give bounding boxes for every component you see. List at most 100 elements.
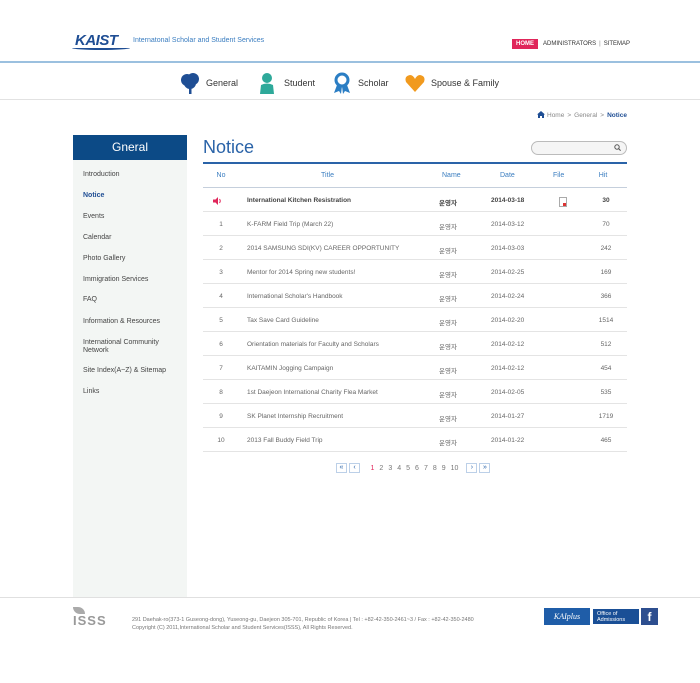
breadcrumb-home[interactable]: Home xyxy=(547,112,564,119)
row-hit: 30 xyxy=(602,197,610,204)
row-hit: 366 xyxy=(600,293,612,300)
row-title[interactable]: K-FARM Field Trip (March 22) xyxy=(247,221,333,228)
row-hit: 169 xyxy=(600,269,612,276)
sidebar-item-faq[interactable]: FAQ xyxy=(83,296,183,304)
row-title[interactable]: SK Planet Internship Recruitment xyxy=(247,413,343,420)
facebook-icon[interactable]: f xyxy=(641,608,658,625)
first-page-button[interactable]: « xyxy=(336,463,347,473)
site-name[interactable]: Internatonal Scholar and Student Service… xyxy=(133,37,264,44)
table-row[interactable]: International Kitchen Resistration 운영자 2… xyxy=(203,188,627,212)
page-link[interactable]: 2 xyxy=(379,465,383,472)
kaiplus-link[interactable]: KAIplus xyxy=(544,608,590,625)
page-link[interactable]: 8 xyxy=(433,465,437,472)
table-row[interactable]: 4 International Scholar's Handbook 운영자 2… xyxy=(203,284,627,308)
table-header: No Title Name Date File Hit xyxy=(203,164,627,188)
row-name: 운영자 xyxy=(439,440,457,447)
breadcrumb-section[interactable]: General xyxy=(574,112,597,119)
row-name: 운영자 xyxy=(439,224,457,231)
row-name: 운영자 xyxy=(439,392,457,399)
table-row[interactable]: 10 2013 Fall Buddy Field Trip 운영자 2014-0… xyxy=(203,428,627,452)
main-nav: General Student Scholar Spouse & Family xyxy=(0,65,700,100)
sidebar-item-links[interactable]: Links xyxy=(83,388,183,396)
row-name: 운영자 xyxy=(439,416,457,423)
row-no: 7 xyxy=(219,365,223,372)
column-header-name: Name xyxy=(442,172,461,179)
page-link[interactable]: 4 xyxy=(397,465,401,472)
administrators-link[interactable]: ADMINISTRATORS xyxy=(543,41,596,47)
page-link[interactable]: 6 xyxy=(415,465,419,472)
home-button[interactable]: HOME xyxy=(512,39,538,49)
page-link[interactable]: 10 xyxy=(451,465,459,472)
row-no: 3 xyxy=(219,269,223,276)
sidebar: Gneral Introduction Notice Events Calend… xyxy=(73,135,187,597)
tree-icon xyxy=(179,72,201,94)
table-row[interactable]: 2 2014 SAMSUNG SDI(KV) CAREER OPPORTUNIT… xyxy=(203,236,627,260)
table-row[interactable]: 3 Mentor for 2014 Spring new students! 운… xyxy=(203,260,627,284)
row-title[interactable]: International Kitchen Resistration xyxy=(247,197,351,204)
row-date: 2014-02-24 xyxy=(491,293,525,300)
row-date: 2014-01-22 xyxy=(491,437,525,444)
row-no: 9 xyxy=(219,413,223,420)
table-row[interactable]: 9 SK Planet Internship Recruitment 운영자 2… xyxy=(203,404,627,428)
row-title[interactable]: Orientation materials for Faculty and Sc… xyxy=(247,341,379,348)
isss-logo: ISSS xyxy=(73,613,107,628)
sidebar-item-site-index[interactable]: Site Index(A~Z) & Sitemap xyxy=(83,367,183,375)
logo-swoosh xyxy=(72,46,130,50)
nav-label: Scholar xyxy=(358,78,389,88)
page-link[interactable]: 3 xyxy=(388,465,392,472)
nav-item-general[interactable]: General xyxy=(179,70,238,96)
sidebar-item-calendar[interactable]: Calendar xyxy=(83,234,183,242)
page-link[interactable]: 5 xyxy=(406,465,410,472)
footer-address: 291 Daehak-ro(373-1 Guseong-dong), Yuseo… xyxy=(132,617,474,623)
prev-page-button[interactable]: ‹ xyxy=(349,463,360,473)
page-link[interactable]: 9 xyxy=(442,465,446,472)
top-links: HOME ADMINISTRATORS | SITEMAP xyxy=(512,39,630,49)
sidebar-item-photo-gallery[interactable]: Photo Gallery xyxy=(83,255,183,263)
search-icon[interactable] xyxy=(614,144,621,151)
nav-item-student[interactable]: Student xyxy=(257,70,315,96)
search-input[interactable] xyxy=(531,141,627,155)
row-name: 운영자 xyxy=(439,320,457,327)
footer-info: 291 Daehak-ro(373-1 Guseong-dong), Yuseo… xyxy=(132,616,474,632)
next-page-button[interactable]: › xyxy=(466,463,478,473)
nav-label: General xyxy=(206,78,239,88)
table-row[interactable]: 6 Orientation materials for Faculty and … xyxy=(203,332,627,356)
table-row[interactable]: 5 Tax Save Card Guideline 운영자 2014-02-20… xyxy=(203,308,627,332)
sidebar-item-events[interactable]: Events xyxy=(83,213,183,221)
nav-item-spouse-family[interactable]: Spouse & Family xyxy=(404,70,499,96)
column-header-hit: Hit xyxy=(598,172,608,179)
sidebar-item-immigration[interactable]: Immigration Services xyxy=(83,276,183,284)
row-no: 10 xyxy=(217,437,225,444)
row-title[interactable]: KAITAMIN Jogging Campaign xyxy=(247,365,333,372)
sitemap-link[interactable]: SITEMAP xyxy=(604,41,630,47)
row-no: 5 xyxy=(219,317,223,324)
table-row[interactable]: 1 K-FARM Field Trip (March 22) 운영자 2014-… xyxy=(203,212,627,236)
row-title[interactable]: International Scholar's Handbook xyxy=(247,293,343,300)
sidebar-item-notice[interactable]: Notice xyxy=(83,192,183,200)
sidebar-item-introduction[interactable]: Introduction xyxy=(83,171,183,179)
header: KAIST Internatonal Scholar and Student S… xyxy=(0,0,700,63)
table-row[interactable]: 8 1st Daejeon International Charity Flea… xyxy=(203,380,627,404)
last-page-button[interactable]: » xyxy=(479,463,491,473)
row-title[interactable]: Tax Save Card Guideline xyxy=(247,317,319,324)
row-hit: 454 xyxy=(600,365,612,372)
row-title[interactable]: 1st Daejeon International Charity Flea M… xyxy=(247,389,378,396)
page-link[interactable]: 1 xyxy=(371,465,375,472)
row-title[interactable]: 2013 Fall Buddy Field Trip xyxy=(247,437,323,444)
sidebar-item-community-network[interactable]: International Community Network xyxy=(83,339,183,355)
row-date: 2014-02-12 xyxy=(491,365,525,372)
table-row[interactable]: 7 KAITAMIN Jogging Campaign 운영자 2014-02-… xyxy=(203,356,627,380)
file-icon[interactable] xyxy=(559,197,567,207)
row-no: 4 xyxy=(219,293,223,300)
page-link[interactable]: 7 xyxy=(424,465,428,472)
row-title[interactable]: Mentor for 2014 Spring new students! xyxy=(247,269,355,276)
row-date: 2014-03-18 xyxy=(491,197,525,204)
home-icon[interactable] xyxy=(537,111,545,120)
award-ribbon-icon xyxy=(331,72,353,94)
nav-item-scholar[interactable]: Scholar xyxy=(331,70,389,96)
sidebar-item-information[interactable]: Information & Resources xyxy=(83,318,183,326)
admissions-link[interactable]: Office of Admissions xyxy=(592,608,640,625)
row-title[interactable]: 2014 SAMSUNG SDI(KV) CAREER OPPORTUNITY xyxy=(247,245,399,252)
row-hit: 70 xyxy=(602,221,610,228)
row-hit: 1514 xyxy=(598,317,614,324)
